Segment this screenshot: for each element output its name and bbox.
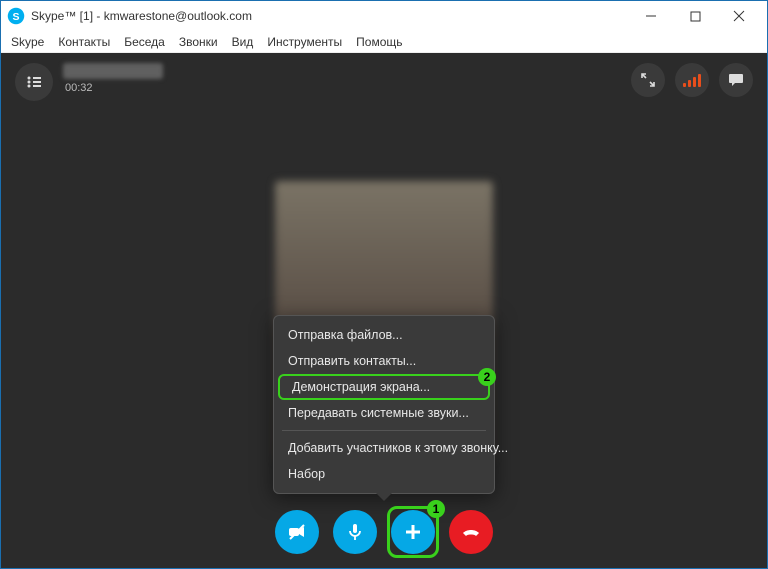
annotation-badge-1: 1 — [427, 500, 445, 518]
mic-toggle-button[interactable] — [333, 510, 377, 554]
window-controls — [629, 1, 761, 31]
close-button[interactable] — [717, 1, 761, 31]
camera-toggle-button[interactable] — [275, 510, 319, 554]
annotation-badge-2: 2 — [478, 368, 496, 386]
call-area: 00:32 Отправка файлов... Отправить конта… — [1, 53, 767, 568]
plus-menu-popup: Отправка файлов... Отправить контакты...… — [273, 315, 495, 494]
svg-text:S: S — [12, 11, 19, 23]
menu-send-contacts[interactable]: Отправить контакты... — [274, 348, 494, 374]
call-duration: 00:32 — [63, 82, 163, 94]
menu-separator — [282, 430, 486, 431]
menu-add-participants[interactable]: Добавить участников к этому звонку... — [274, 435, 494, 461]
hangup-icon — [459, 520, 483, 544]
menu-item[interactable]: Контакты — [58, 35, 110, 49]
signal-button[interactable] — [675, 63, 709, 97]
menu-send-files[interactable]: Отправка файлов... — [274, 322, 494, 348]
hangup-button[interactable] — [449, 510, 493, 554]
menubar: Skype Контакты Беседа Звонки Вид Инструм… — [1, 31, 767, 53]
skype-logo-icon: S — [7, 7, 25, 25]
expand-icon — [641, 73, 655, 87]
signal-icon — [683, 73, 701, 87]
list-icon — [26, 75, 42, 89]
minimize-button[interactable] — [629, 1, 673, 31]
menu-system-sounds[interactable]: Передавать системные звуки... — [274, 400, 494, 426]
menu-item[interactable]: Вид — [232, 35, 254, 49]
caller-name — [63, 63, 163, 79]
menu-item[interactable]: Беседа — [124, 35, 165, 49]
menu-item[interactable]: Skype — [11, 35, 44, 49]
plus-button-wrap: 1 — [391, 510, 435, 554]
menu-item[interactable]: Звонки — [179, 35, 218, 49]
menu-item[interactable]: Помощь — [356, 35, 402, 49]
menu-item[interactable]: Инструменты — [267, 35, 342, 49]
microphone-icon — [344, 521, 366, 543]
window-title: Skype™ [1] - kmwarestone@outlook.com — [31, 9, 252, 23]
menu-dialpad[interactable]: Набор — [274, 461, 494, 487]
call-controls: 1 — [275, 510, 493, 554]
app-window: S Skype™ [1] - kmwarestone@outlook.com S… — [0, 0, 768, 569]
menu-share-screen[interactable]: Демонстрация экрана... 2 — [278, 374, 490, 400]
camera-off-icon — [286, 521, 308, 543]
titlebar: S Skype™ [1] - kmwarestone@outlook.com — [1, 1, 767, 31]
chat-icon — [728, 73, 744, 87]
call-list-button[interactable] — [15, 63, 53, 101]
maximize-button[interactable] — [673, 1, 717, 31]
call-info: 00:32 — [15, 63, 163, 101]
fullscreen-button[interactable] — [631, 63, 665, 97]
call-top-actions — [631, 63, 753, 97]
chat-button[interactable] — [719, 63, 753, 97]
menu-share-screen-label: Демонстрация экрана... — [292, 380, 430, 394]
